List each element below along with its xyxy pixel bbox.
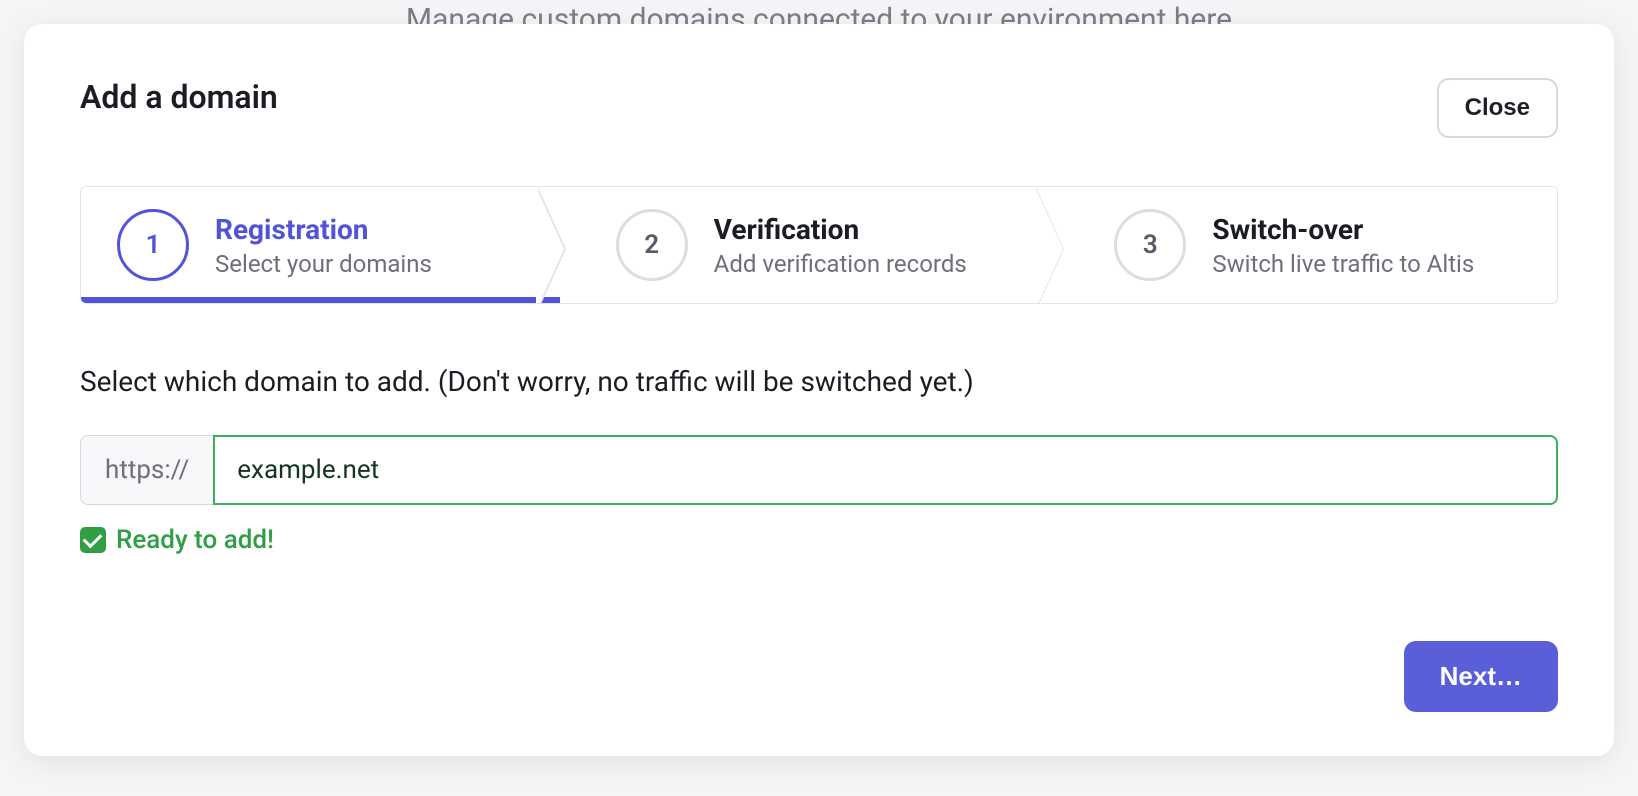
- step-number-badge: 2: [616, 209, 688, 281]
- step-registration[interactable]: 1 Registration Select your domains: [81, 187, 560, 303]
- add-domain-modal: Add a domain Close 1 Registration Select…: [24, 24, 1614, 756]
- step-subtitle: Switch live traffic to Altis: [1212, 250, 1474, 278]
- step-title: Verification: [714, 212, 967, 248]
- modal-title: Add a domain: [80, 78, 278, 116]
- status-text: Ready to add!: [116, 525, 274, 555]
- step-title: Switch-over: [1212, 212, 1474, 248]
- step-switch-over[interactable]: 3 Switch-over Switch live traffic to Alt…: [1058, 187, 1557, 303]
- step-number-badge: 3: [1114, 209, 1186, 281]
- step-number-badge: 1: [117, 209, 189, 281]
- check-icon: [80, 527, 106, 553]
- close-button[interactable]: Close: [1437, 78, 1558, 138]
- modal-header: Add a domain Close: [80, 78, 1558, 138]
- step-title: Registration: [215, 212, 432, 248]
- step-verification[interactable]: 2 Verification Add verification records: [560, 187, 1059, 303]
- wizard-stepper: 1 Registration Select your domains 2 Ver…: [80, 186, 1558, 304]
- domain-input-group: https://: [80, 435, 1558, 505]
- step-subtitle: Add verification records: [714, 250, 967, 278]
- validation-status: Ready to add!: [80, 525, 1558, 555]
- protocol-prefix-label: https://: [80, 435, 213, 505]
- step-subtitle: Select your domains: [215, 250, 432, 278]
- next-button[interactable]: Next…: [1404, 641, 1558, 712]
- instruction-text: Select which domain to add. (Don't worry…: [80, 362, 1558, 401]
- modal-footer: Next…: [80, 641, 1558, 712]
- domain-input[interactable]: [213, 435, 1558, 505]
